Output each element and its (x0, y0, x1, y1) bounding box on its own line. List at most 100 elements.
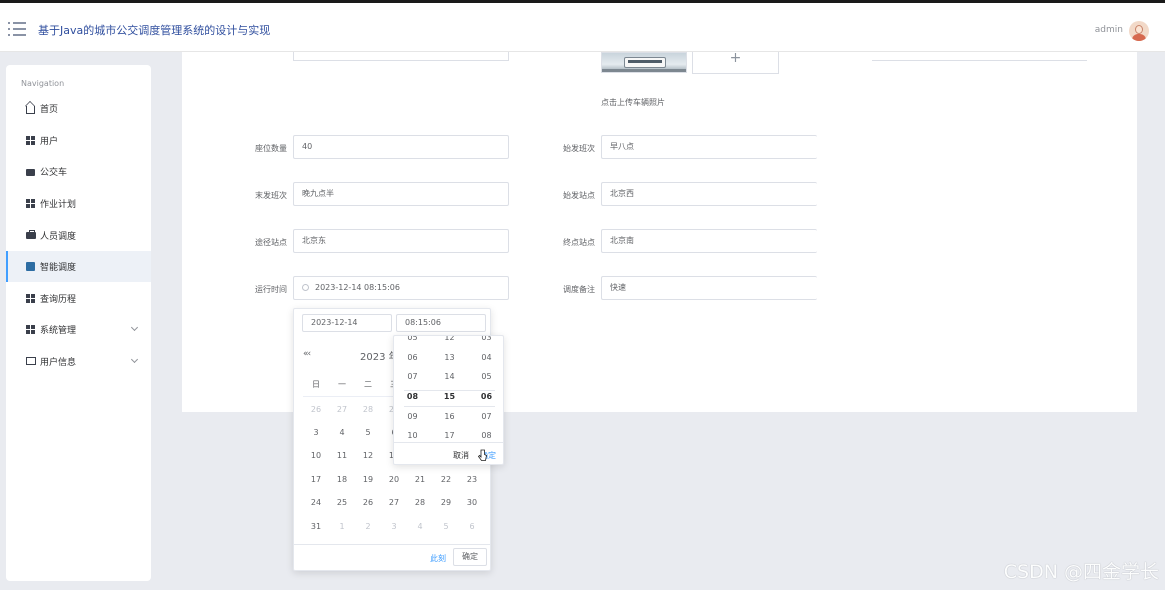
sidebar-item-staff-dispatch[interactable]: 人员调度 (6, 220, 151, 251)
upload-add-button[interactable]: + (692, 51, 779, 74)
calendar-week: 31 1 2 3 4 5 6 (303, 522, 485, 531)
chevron-down-icon (130, 355, 139, 364)
second-option[interactable]: 07 (468, 407, 503, 427)
calendar-day[interactable]: 27 (329, 405, 355, 414)
calendar-day[interactable]: 23 (459, 475, 485, 484)
sidebar-item-users[interactable]: 用户 (6, 125, 151, 156)
first-shift-label: 始发班次 (563, 144, 595, 153)
calendar-day[interactable]: 5 (355, 428, 381, 437)
minute-option-selected[interactable]: 15 (431, 387, 468, 407)
sidebar-item-work-plan[interactable]: 作业计划 (6, 188, 151, 219)
app-title: 基于Java的城市公交调度管理系统的设计与实现 (38, 24, 271, 37)
run-time-label: 运行时间 (255, 285, 287, 294)
minute-column[interactable]: 12 13 14 15 16 17 (431, 336, 468, 442)
calendar-day[interactable]: 11 (329, 451, 355, 460)
calendar-day[interactable]: 10 (303, 451, 329, 460)
sidebar-item-bus[interactable]: 公交车 (6, 156, 151, 187)
calendar-day[interactable]: 1 (329, 522, 355, 531)
dispatch-note-label: 调度备注 (563, 285, 595, 294)
second-option[interactable]: 04 (468, 348, 503, 368)
last-shift-label: 末发班次 (255, 191, 287, 200)
sidebar-item-label: 用户信息 (40, 358, 77, 368)
sidebar-item-label: 公交车 (40, 168, 68, 178)
calendar-day[interactable]: 25 (329, 498, 355, 507)
hour-column[interactable]: 05 06 07 08 09 10 (394, 336, 431, 442)
calendar-day[interactable]: 19 (355, 475, 381, 484)
calendar-day[interactable]: 26 (355, 498, 381, 507)
second-option-selected[interactable]: 06 (468, 387, 503, 407)
calendar-day[interactable]: 4 (329, 428, 355, 437)
prev-year-button[interactable]: «‹ (303, 349, 311, 359)
calendar-week: 24 25 26 27 28 29 30 (303, 498, 485, 507)
calendar-day[interactable]: 26 (303, 405, 329, 414)
watermark: CSDN @四金学长 (1003, 561, 1159, 583)
hour-option[interactable]: 05 (394, 336, 431, 348)
second-option[interactable]: 03 (468, 336, 503, 348)
grid-icon (26, 135, 36, 146)
time-cancel-button[interactable]: 取消 (453, 450, 469, 461)
calendar-day[interactable]: 22 (433, 475, 459, 484)
clock-icon (302, 284, 309, 291)
first-shift-input[interactable]: 早八点 (601, 135, 817, 159)
grid-icon (26, 293, 36, 304)
seat-count-input[interactable]: 40 (293, 135, 509, 159)
calendar-day[interactable]: 28 (407, 498, 433, 507)
now-button[interactable]: 此刻 (430, 553, 446, 564)
dispatch-note-input[interactable]: 快速 (601, 276, 817, 300)
top-bar: 基于Java的城市公交调度管理系统的设计与实现 admin (0, 0, 1165, 52)
sidebar-item-history[interactable]: 查询历程 (6, 283, 151, 314)
minute-option[interactable]: 12 (431, 336, 468, 348)
via-station-input[interactable]: 北京东 (293, 229, 509, 253)
second-column[interactable]: 03 04 05 06 07 08 (468, 336, 503, 442)
top-input-partial[interactable] (293, 52, 509, 61)
upload-hint: 点击上传车辆照片 (601, 98, 665, 107)
menu-toggle-icon[interactable] (8, 22, 26, 36)
picker-date-input[interactable]: 2023-12-14 (302, 314, 392, 332)
end-station-input[interactable]: 北京南 (601, 229, 817, 253)
calendar-day[interactable]: 20 (381, 475, 407, 484)
sidebar-item-system[interactable]: 系统管理 (6, 314, 151, 345)
second-option[interactable]: 05 (468, 367, 503, 387)
minute-option[interactable]: 16 (431, 407, 468, 427)
calendar-day[interactable]: 3 (381, 522, 407, 531)
calendar-day[interactable]: 30 (459, 498, 485, 507)
sidebar-item-smart-dispatch[interactable]: 智能调度 (6, 251, 151, 282)
calendar-day[interactable]: 18 (329, 475, 355, 484)
hour-option[interactable]: 07 (394, 367, 431, 387)
minute-option[interactable]: 14 (431, 367, 468, 387)
card-icon (26, 356, 36, 367)
run-time-input[interactable]: 2023-12-14 08:15:06 (293, 276, 509, 300)
picker-time-input[interactable]: 08:15:06 (396, 314, 486, 332)
bus-photo-thumbnail[interactable] (601, 52, 687, 73)
calendar-day[interactable]: 4 (407, 522, 433, 531)
sidebar-item-home[interactable]: 首页 (6, 93, 151, 124)
hour-option-selected[interactable]: 08 (394, 387, 431, 407)
calendar-day[interactable]: 28 (355, 405, 381, 414)
grid-icon (26, 324, 36, 335)
calendar-day[interactable]: 29 (433, 498, 459, 507)
weekday: 一 (338, 380, 346, 389)
top-right-input-partial[interactable] (872, 60, 1087, 61)
sidebar-item-user-info[interactable]: 用户信息 (6, 346, 151, 377)
calendar-day[interactable]: 21 (407, 475, 433, 484)
calendar-day[interactable]: 3 (303, 428, 329, 437)
confirm-button[interactable]: 确定 (453, 548, 487, 566)
sidebar-item-label: 查询历程 (40, 295, 77, 305)
calendar-day[interactable]: 24 (303, 498, 329, 507)
avatar[interactable] (1129, 21, 1149, 41)
hour-option[interactable]: 09 (394, 407, 431, 427)
sidebar: Navigation 首页 用户 公交车 作业计划 人员调度 智能调度 查询历程… (6, 65, 151, 581)
start-station-input[interactable]: 北京西 (601, 182, 817, 206)
calendar-day[interactable]: 6 (459, 522, 485, 531)
calendar-day[interactable]: 12 (355, 451, 381, 460)
hour-option[interactable]: 06 (394, 348, 431, 368)
minute-option[interactable]: 13 (431, 348, 468, 368)
calendar-day[interactable]: 2 (355, 522, 381, 531)
calendar-day[interactable]: 5 (433, 522, 459, 531)
calendar-day[interactable]: 17 (303, 475, 329, 484)
calendar-day[interactable]: 31 (303, 522, 329, 531)
last-shift-input[interactable]: 晚九点半 (293, 182, 509, 206)
weekday: 二 (364, 380, 372, 389)
calendar-day[interactable]: 27 (381, 498, 407, 507)
user-name[interactable]: admin (1095, 25, 1123, 35)
